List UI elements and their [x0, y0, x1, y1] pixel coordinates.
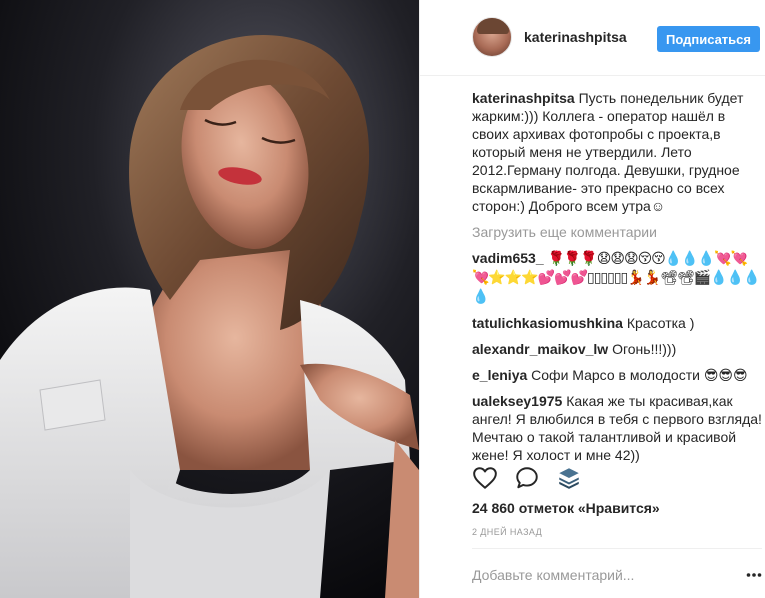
follow-button[interactable]: Подписаться	[657, 26, 760, 52]
comment-username[interactable]: e_leniya	[472, 367, 527, 383]
comment-text: Софи Марсо в молодости 😎😎😎	[531, 367, 748, 383]
heart-outline-icon[interactable]	[472, 465, 498, 491]
comment-username[interactable]: ualeksey1975	[472, 393, 562, 409]
comment-username[interactable]: vadim653_	[472, 250, 544, 266]
layers-stack-icon[interactable]	[556, 465, 582, 491]
post-sidebar: katerinashpitsa Подписаться katerinashpi…	[419, 0, 765, 598]
post-header: katerinashpitsa Подписаться	[420, 0, 765, 76]
comment-item: e_leniya Софи Марсо в молодости 😎😎😎	[472, 366, 762, 384]
load-more-comments-link[interactable]: Загрузить еще комментарии	[472, 223, 762, 241]
comment-text: Огонь!!!)))	[612, 341, 677, 357]
comment-item: ualeksey1975 Какая же ты красивая,как ан…	[472, 392, 762, 464]
post-photo-illustration	[0, 0, 419, 598]
post-date[interactable]: 2 дней назад	[472, 527, 542, 537]
caption-text: Пусть понедельник будет жарким:))) Колле…	[472, 90, 744, 214]
comment-username[interactable]: alexandr_maikov_lw	[472, 341, 608, 357]
speech-bubble-icon[interactable]	[514, 465, 540, 491]
post-actions	[472, 463, 762, 493]
avatar[interactable]	[472, 17, 512, 57]
post-caption: katerinashpitsa Пусть понедельник будет …	[472, 89, 762, 215]
comment-item: tatulichkasiomushkina Красотка )	[472, 314, 762, 332]
ellipsis-icon[interactable]	[746, 567, 762, 583]
comment-username[interactable]: tatulichkasiomushkina	[472, 315, 623, 331]
add-comment-input[interactable]	[472, 565, 732, 585]
add-comment-bar	[472, 548, 762, 598]
caption-username[interactable]: katerinashpitsa	[472, 90, 575, 106]
comment-item: alexandr_maikov_lw Огонь!!!)))	[472, 340, 762, 358]
instagram-post: katerinashpitsa Подписаться katerinashpi…	[0, 0, 765, 598]
post-photo[interactable]	[0, 0, 419, 598]
comments-list: katerinashpitsa Пусть понедельник будет …	[472, 89, 762, 472]
comment-item: vadim653_ 🌹🌹🌹😧😧😧😚😚💧💧💧💘💘💘⭐⭐⭐💕💕💕▯▯▯▯▯▯💃💃📽📽…	[472, 249, 762, 306]
comment-text: Красотка )	[626, 315, 695, 331]
likes-count[interactable]: 24 860 отметок «Нравится»	[472, 500, 660, 516]
post-author-username[interactable]: katerinashpitsa	[524, 29, 627, 45]
